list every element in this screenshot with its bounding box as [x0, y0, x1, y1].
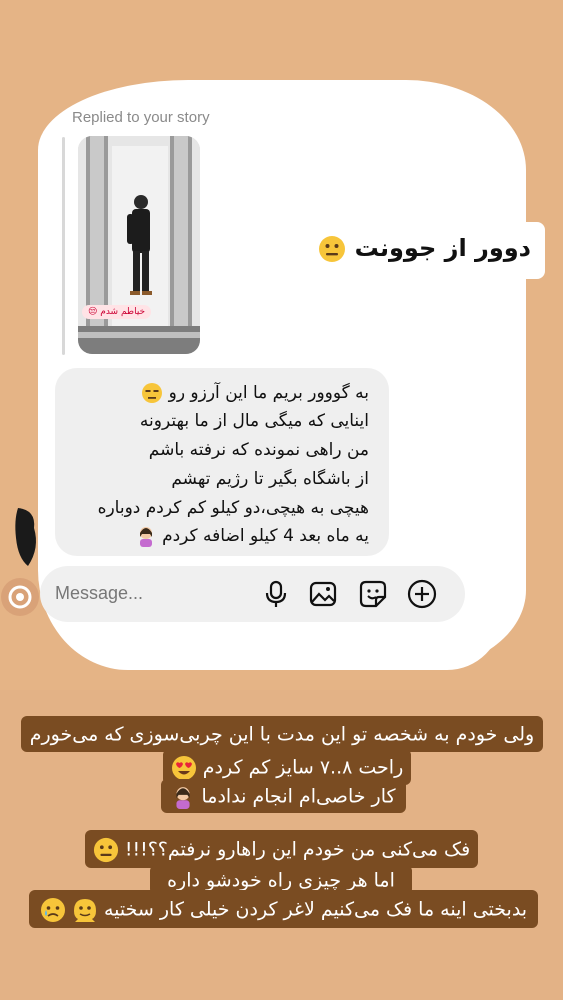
- message-line-6: یه ماه بعد 4 کیلو اضافه کردم: [135, 525, 369, 547]
- message-line-5: هیچی به هیچی،دو کیلو کم کردم دوباره: [97, 498, 369, 518]
- woman-shrugging-emoji: [139, 527, 152, 547]
- story-photo: [78, 136, 200, 354]
- message-input[interactable]: Message...: [55, 583, 143, 604]
- message-bubble[interactable]: به گووور بریم ما این آرزو رو اینایی که م…: [55, 368, 389, 556]
- floating-caption: دوور از جوونت: [319, 222, 545, 279]
- caption-line-4: فک می‌کنی من خودم این راهارو نرفتم؟؟!!!: [85, 830, 478, 868]
- sticker-icon[interactable]: [357, 578, 389, 610]
- mic-icon[interactable]: [260, 578, 292, 610]
- woman-shrugging-emoji: [176, 786, 190, 809]
- caption-line-3: کار خاصی‌ام انجام ندادما: [161, 779, 406, 813]
- message-composer[interactable]: Message...: [40, 566, 465, 622]
- caption-line-6: بدبختی اینه ما فک می‌کنیم لاغر کردن خیلی…: [29, 890, 538, 928]
- replied-to-story-label: Replied to your story: [72, 109, 210, 126]
- reply-indicator-bar: [62, 137, 65, 355]
- message-line-2: اینایی که میگی مال از ما بهترونه: [139, 411, 369, 431]
- heart-eyes-emoji: [171, 755, 196, 780]
- message-line-4: از باشگاه بگیر تا رژیم تهشم: [171, 469, 369, 489]
- message-line-3: من راهی نمونده که نرفته باشم: [148, 440, 369, 460]
- unamused-face-emoji: [142, 383, 163, 403]
- image-icon[interactable]: [307, 578, 339, 610]
- story-thumbnail[interactable]: خیاطم شدم 😒: [78, 136, 200, 354]
- sender-avatar[interactable]: [14, 508, 40, 566]
- story-sticker: خیاطم شدم 😒: [82, 305, 152, 319]
- sad-tear-face-emoji: [40, 897, 65, 922]
- camera-side-icon[interactable]: [0, 577, 40, 617]
- caption-line-1: ولی خودم به شخصه تو این مدت با این چربی‌…: [21, 716, 543, 752]
- floating-caption-text: دوور از جوونت: [354, 234, 531, 262]
- plus-circle-icon[interactable]: [406, 578, 438, 610]
- message-line-1: به گووور بریم ما این آرزو رو: [141, 382, 369, 404]
- neutral-face-emoji: [319, 236, 346, 262]
- neutral-face-emoji: [93, 837, 118, 862]
- melting-face-emoji: [73, 898, 96, 922]
